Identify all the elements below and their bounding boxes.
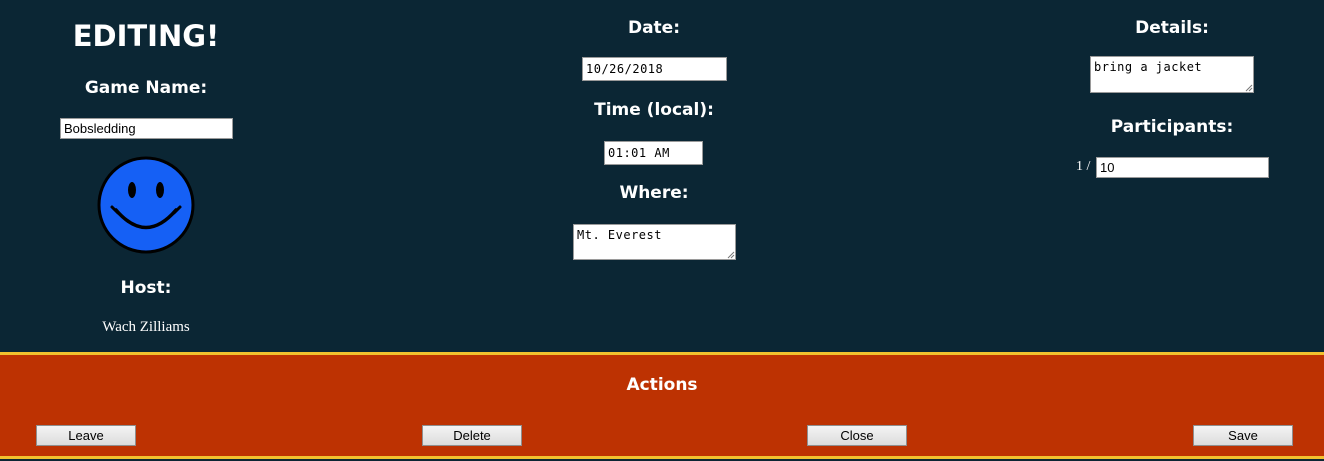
participants-current: 1 / (1076, 159, 1091, 174)
page-title: EDITING! (72, 19, 220, 53)
participants-max-input[interactable] (1096, 157, 1269, 178)
host-name: Wach Zilliams (102, 319, 190, 335)
date-input[interactable] (582, 57, 727, 81)
game-details-panel: EDITING! Game Name: Host: Wach Zilliams … (0, 0, 1324, 352)
date-label: Date: (627, 18, 681, 38)
details-textarea[interactable]: bring a jacket (1090, 56, 1254, 93)
smiley-face-icon (96, 155, 196, 255)
game-name-input[interactable] (60, 118, 233, 139)
details-field-wrapper: bring a jacket (1090, 56, 1254, 93)
game-name-label: Game Name: (84, 78, 208, 98)
close-button[interactable]: Close (807, 425, 907, 446)
actions-bottom-border (0, 456, 1324, 459)
details-label: Details: (1135, 18, 1209, 38)
delete-button[interactable]: Delete (422, 425, 522, 446)
where-label: Where: (619, 183, 689, 203)
leave-button[interactable]: Leave (36, 425, 136, 446)
participants-label: Participants: (1110, 117, 1234, 137)
host-label: Host: (120, 278, 172, 298)
where-textarea[interactable]: Mt. Everest (573, 224, 736, 260)
time-input[interactable] (604, 141, 703, 165)
actions-panel: Actions Leave Delete Close Save (0, 355, 1324, 456)
save-button[interactable]: Save (1193, 425, 1293, 446)
where-field-wrapper: Mt. Everest (573, 224, 736, 260)
actions-title: Actions (626, 375, 698, 395)
time-label: Time (local): (594, 100, 714, 120)
